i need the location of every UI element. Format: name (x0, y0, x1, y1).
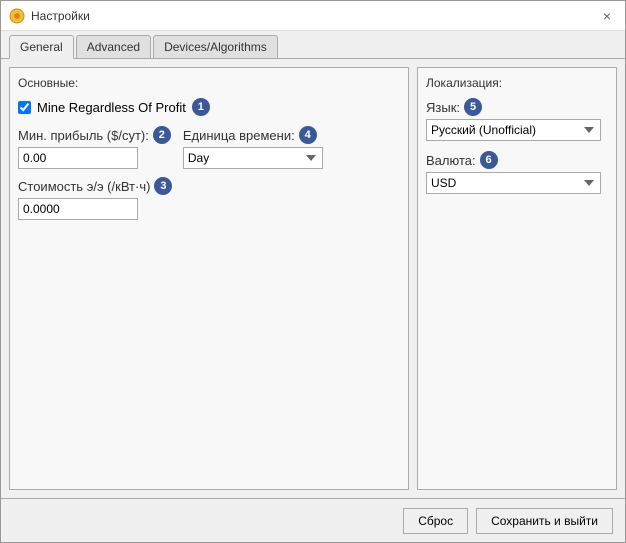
badge-5: 5 (464, 98, 482, 116)
language-label: Язык: (426, 100, 460, 115)
footer: Сброс Сохранить и выйти (1, 498, 625, 542)
tab-general[interactable]: General (9, 35, 74, 59)
currency-group: Валюта: 6 USD EUR RUB (426, 151, 608, 194)
cost-group: Стоимость э/э (/кВт·ч) 3 (18, 177, 400, 220)
left-panel: Основные: Mine Regardless Of Profit 1 Ми… (9, 67, 409, 490)
language-label-row: Язык: 5 (426, 98, 608, 116)
settings-window: Настройки × General Advanced Devices/Alg… (0, 0, 626, 543)
min-profit-group: Мин. прибыль ($/сут): 2 (18, 126, 171, 169)
cost-label-row: Стоимость э/э (/кВт·ч) 3 (18, 177, 400, 195)
mine-regardless-label: Mine Regardless Of Profit (37, 100, 186, 115)
profit-time-row: Мин. прибыль ($/сут): 2 Единица времени:… (18, 126, 400, 169)
language-select[interactable]: Русский (Unofficial) English Deutsch (426, 119, 601, 141)
window-title: Настройки (31, 9, 90, 23)
badge-6: 6 (480, 151, 498, 169)
checkbox-row: Mine Regardless Of Profit 1 (18, 98, 400, 116)
currency-select[interactable]: USD EUR RUB (426, 172, 601, 194)
tab-bar: General Advanced Devices/Algorithms (1, 31, 625, 59)
time-unit-select[interactable]: Day Hour Week (183, 147, 323, 169)
save-button[interactable]: Сохранить и выйти (476, 508, 613, 534)
cost-label: Стоимость э/э (/кВт·ч) (18, 179, 150, 194)
min-profit-label: Мин. прибыль ($/сут): (18, 128, 149, 143)
badge-1: 1 (192, 98, 210, 116)
content-area: Основные: Mine Regardless Of Profit 1 Ми… (1, 59, 625, 498)
tab-advanced[interactable]: Advanced (76, 35, 151, 58)
title-bar: Настройки × (1, 1, 625, 31)
time-unit-label: Единица времени: (183, 128, 295, 143)
basics-section-title: Основные: (18, 76, 400, 90)
badge-2: 2 (153, 126, 171, 144)
app-icon (9, 8, 25, 24)
min-profit-input[interactable] (18, 147, 138, 169)
close-button[interactable]: × (597, 6, 617, 26)
badge-3: 3 (154, 177, 172, 195)
language-group: Язык: 5 Русский (Unofficial) English Deu… (426, 98, 608, 141)
right-panel: Локализация: Язык: 5 Русский (Unofficial… (417, 67, 617, 490)
title-bar-left: Настройки (9, 8, 90, 24)
tab-devices[interactable]: Devices/Algorithms (153, 35, 278, 58)
currency-label: Валюта: (426, 153, 476, 168)
time-unit-group: Единица времени: 4 Day Hour Week (183, 126, 323, 169)
cost-input[interactable] (18, 198, 138, 220)
currency-label-row: Валюта: 6 (426, 151, 608, 169)
mine-regardless-checkbox[interactable] (18, 101, 31, 114)
localization-section-title: Локализация: (426, 76, 608, 90)
time-unit-label-row: Единица времени: 4 (183, 126, 323, 144)
min-profit-label-row: Мин. прибыль ($/сут): 2 (18, 126, 171, 144)
badge-4: 4 (299, 126, 317, 144)
reset-button[interactable]: Сброс (403, 508, 468, 534)
